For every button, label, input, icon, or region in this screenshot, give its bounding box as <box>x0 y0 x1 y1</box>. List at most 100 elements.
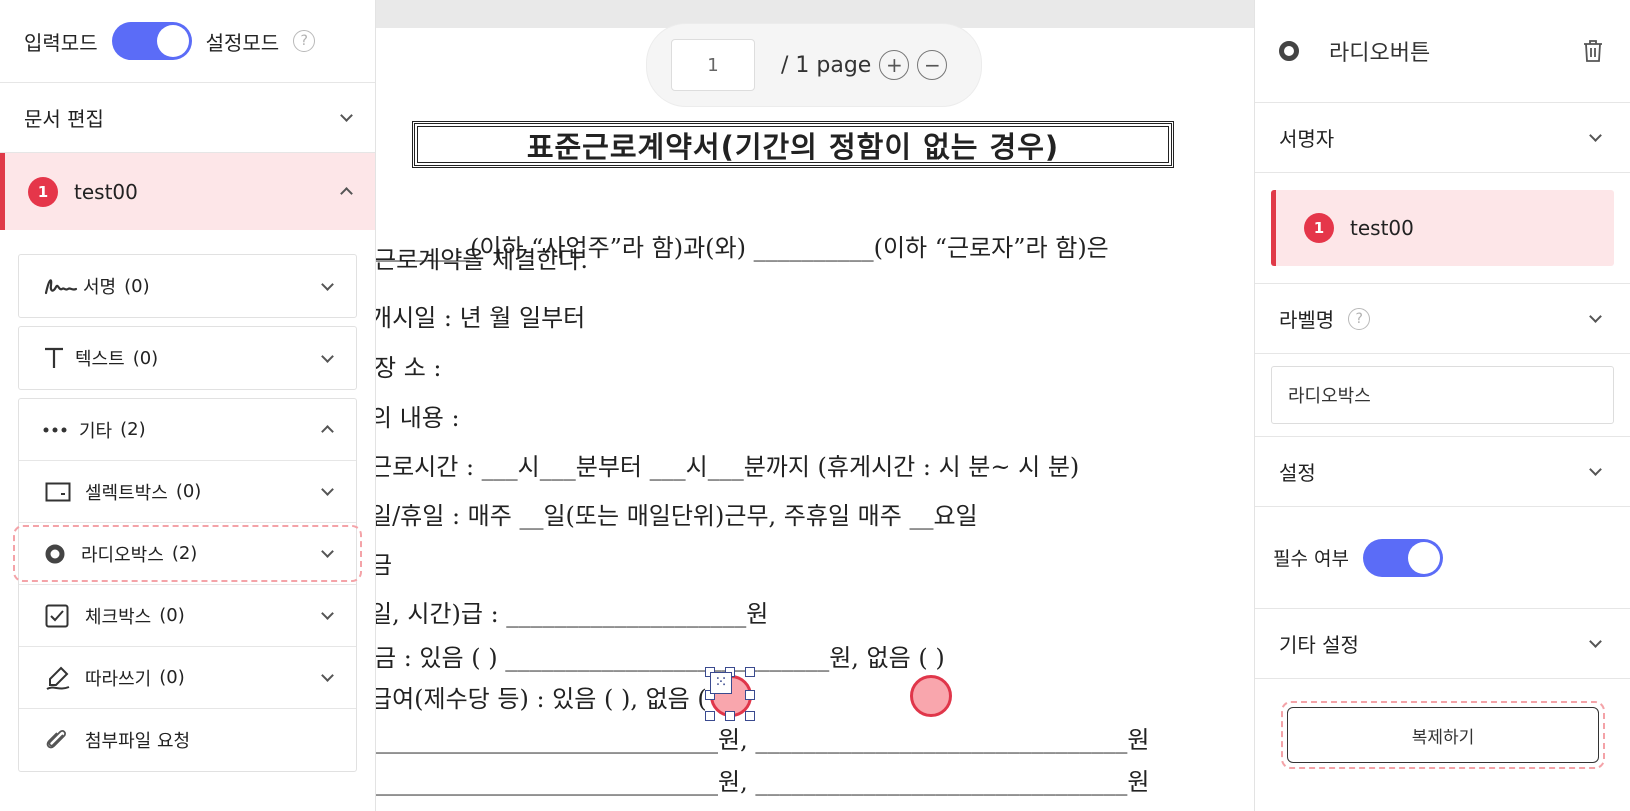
tool-etc[interactable]: 기타 (2) <box>19 399 356 461</box>
signer-row[interactable]: 1 test00 <box>0 153 375 230</box>
document-page: 표준근로계약서(기간의 정함이 없는 경우) ________(이하 “사업주”… <box>376 0 1254 811</box>
tool-radiobox[interactable]: 라디오박스 (2) <box>13 523 362 585</box>
resize-handle[interactable] <box>725 711 735 721</box>
tool-checkbox[interactable]: 체크박스 (0) <box>19 585 356 647</box>
tool-signature[interactable]: 서명 (0) <box>18 254 357 318</box>
toggle-knob <box>156 25 189 57</box>
selectbox-icon <box>45 482 85 502</box>
doc-line-11: 급여(제수당 등) : 있음 ( ), 없음 ( ) <box>376 685 724 713</box>
required-label: 필수 여부 <box>1273 548 1349 570</box>
document-viewer: 표준근로계약서(기간의 정함이 없는 경우) ________(이하 “사업주”… <box>376 0 1254 811</box>
radio-icon <box>1279 41 1299 61</box>
properties-panel: 라디오버튼 서명자 1 test00 라벨명 ? 라디오박스 설정 필수 여부 … <box>1254 0 1630 811</box>
signature-icon <box>43 275 83 297</box>
properties-title: 라디오버튼 <box>1329 41 1431 66</box>
tool-text-count: (0) <box>132 347 159 369</box>
radio-field-2[interactable] <box>910 675 952 717</box>
tool-etc-count: (2) <box>120 419 146 440</box>
resize-handle[interactable] <box>745 690 755 700</box>
page-navigator: 1 / 1 page + − <box>646 23 982 107</box>
chevron-up-icon <box>321 425 334 438</box>
required-toggle[interactable] <box>1362 538 1443 577</box>
resize-handle[interactable] <box>745 667 755 677</box>
chevron-down-icon <box>1589 635 1602 648</box>
toggle-knob <box>1407 541 1440 574</box>
signer-number-badge: 1 <box>1304 213 1334 243</box>
trash-icon[interactable] <box>1582 39 1602 63</box>
label-name-input[interactable]: 라디오박스 <box>1271 366 1614 424</box>
doc-line-6: 근로시간 : ___시___분부터 ___시___분까지 (휴게시간 : 시 분… <box>376 453 1080 481</box>
tool-text-label: 텍스트 <box>75 349 125 370</box>
help-icon[interactable]: ? <box>1348 307 1371 330</box>
tool-text[interactable]: 텍스트 (0) <box>18 326 357 390</box>
tool-attachment-label: 첨부파일 요청 <box>85 731 191 752</box>
tool-etc-label: 기타 <box>79 420 113 442</box>
mode-toggle[interactable] <box>111 22 192 60</box>
chevron-down-icon <box>1589 129 1602 142</box>
tool-radiobox-label: 라디오박스 <box>81 544 164 566</box>
tool-selectbox-count: (0) <box>175 481 202 502</box>
required-row: 필수 여부 <box>1255 507 1630 609</box>
other-settings-label: 기타 설정 <box>1279 633 1359 657</box>
doc-line-4: 장 소 : <box>376 354 442 382</box>
tool-signature-count: (0) <box>124 275 150 297</box>
tool-tracing[interactable]: 따라쓰기 (0) <box>19 647 356 709</box>
checkbox-icon <box>45 604 85 628</box>
chevron-down-icon <box>321 349 334 363</box>
tool-radiobox-count: (2) <box>171 543 198 564</box>
signer-name: test00 <box>1350 216 1414 240</box>
tool-selectbox[interactable]: 셀렉트박스 (0) <box>19 461 356 523</box>
signer-select-wrap: 1 test00 <box>1255 173 1630 284</box>
doc-line-2: 근로계약을 체결한다. <box>376 246 588 274</box>
tool-selectbox-label: 셀렉트박스 <box>85 482 168 504</box>
selected-signer[interactable]: 1 test00 <box>1271 190 1614 266</box>
document-title: 표준근로계약서(기간의 정함이 없는 경우) <box>412 121 1174 168</box>
signer-section[interactable]: 서명자 <box>1255 103 1630 173</box>
chevron-down-icon <box>321 545 334 558</box>
chevron-down-icon <box>321 277 334 291</box>
move-grip-icon[interactable]: ⁙ <box>710 672 732 694</box>
doc-edit-label: 문서 편집 <box>24 107 104 131</box>
input-mode-label: 입력모드 <box>24 30 98 55</box>
tool-attachment[interactable]: 첨부파일 요청 <box>19 709 356 771</box>
duplicate-button-highlight: 복제하기 <box>1281 701 1605 769</box>
pen-icon <box>45 665 85 691</box>
chevron-down-icon <box>1589 463 1602 476</box>
left-panel: 입력모드 설정모드 ? 문서 편집 1 test00 서명 (0) 텍스트 (0… <box>0 0 376 811</box>
label-name-section[interactable]: 라벨명 ? <box>1255 284 1630 354</box>
zoom-in-icon[interactable]: + <box>879 50 910 80</box>
text-icon <box>43 346 75 370</box>
chevron-down-icon <box>321 483 334 496</box>
page-number-input[interactable]: 1 <box>671 39 755 91</box>
tool-tracing-label: 따라쓰기 <box>85 668 152 690</box>
duplicate-button[interactable]: 복제하기 <box>1287 707 1599 763</box>
resize-handle[interactable] <box>745 711 755 721</box>
mode-bar: 입력모드 설정모드 ? <box>0 0 375 83</box>
paperclip-icon <box>45 727 85 753</box>
doc-line-10: 금 : 있음 ( ) ___________________________원,… <box>376 644 945 672</box>
tool-checkbox-label: 체크박스 <box>85 606 152 628</box>
settings-section[interactable]: 설정 <box>1255 437 1630 507</box>
tool-checkbox-count: (0) <box>159 605 185 626</box>
doc-edit-section[interactable]: 문서 편집 <box>0 83 375 153</box>
signer-number-badge: 1 <box>28 176 58 207</box>
label-name-label: 라벨명 <box>1279 308 1335 332</box>
chevron-down-icon <box>340 109 353 122</box>
other-settings-section[interactable]: 기타 설정 <box>1255 609 1630 679</box>
more-dots-icon <box>43 427 79 433</box>
signer-name: test00 <box>74 179 138 204</box>
radio-icon <box>45 544 81 564</box>
chevron-down-icon <box>321 607 334 620</box>
field-tools: 서명 (0) 텍스트 (0) 기타 (2) 셀렉트박스 (0) 라디오박스 (2… <box>0 230 375 772</box>
doc-line-12: _____________________________원, ________… <box>376 726 1150 754</box>
resize-handle[interactable] <box>705 711 715 721</box>
tool-group-etc: 기타 (2) 셀렉트박스 (0) 라디오박스 (2) 체크박스 (0) 따라쓰기… <box>13 398 362 772</box>
zoom-out-icon[interactable]: − <box>917 50 948 80</box>
signer-section-label: 서명자 <box>1279 127 1335 151</box>
settings-label: 설정 <box>1279 461 1316 485</box>
chevron-down-icon <box>321 669 334 682</box>
page-total: / 1 page <box>781 52 872 78</box>
doc-line-3: 개시일 : 년 월 일부터 <box>376 304 586 332</box>
properties-header: 라디오버튼 <box>1255 0 1630 103</box>
help-icon[interactable]: ? <box>293 30 316 52</box>
